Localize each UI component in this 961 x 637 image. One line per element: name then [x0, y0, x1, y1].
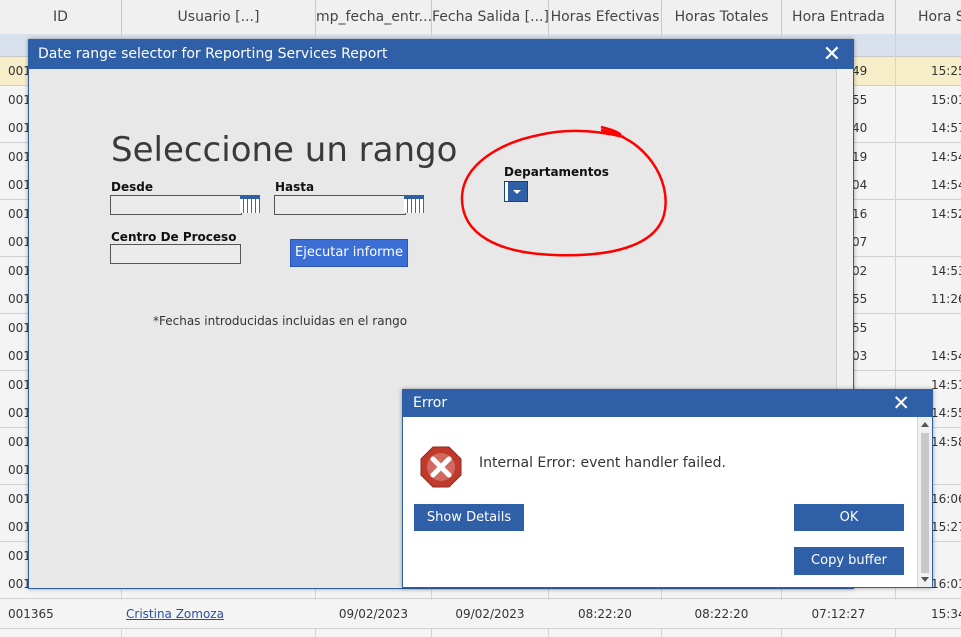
- hasta-input[interactable]: [274, 195, 406, 215]
- grid-header: ID Usuario [...] mp_fecha_entr... Fecha …: [0, 0, 961, 35]
- cell-hora-entrada: 55: [852, 92, 868, 107]
- cell-fecha-salida: 09/02/2023: [455, 607, 525, 621]
- cell-hora-salida: 15:25: [931, 64, 961, 78]
- cell-hora-salida: 14:57: [931, 121, 961, 135]
- cell-hora-entrada: 55: [852, 320, 868, 335]
- calendar-icon[interactable]: [240, 195, 260, 213]
- cell-hora-entrada: 40: [852, 121, 868, 135]
- column-header-fecha-salida[interactable]: Fecha Salida [...]: [432, 0, 549, 34]
- cell-hora-salida: 16:06: [931, 491, 961, 506]
- centro-proceso-input[interactable]: [110, 244, 241, 264]
- show-details-button[interactable]: Show Details: [414, 504, 524, 531]
- column-header-hora-entrada[interactable]: Hora Entrada: [782, 0, 896, 34]
- cell-hora-entrada: 07: [852, 235, 868, 249]
- error-scrollbar[interactable]: [917, 417, 932, 587]
- cell-hora-entrada: 04: [852, 178, 868, 192]
- cell-hora-entrada: 02: [852, 263, 868, 278]
- error-message: Internal Error: event handler failed.: [479, 455, 726, 471]
- cell-hora-salida: 14:52: [931, 206, 961, 221]
- cell-horas-efectivas: 08:22:20: [578, 607, 632, 621]
- cell-hora-salida: 15:01: [931, 92, 961, 107]
- cell-id: 001365: [8, 607, 54, 621]
- run-report-button[interactable]: Ejecutar informe: [290, 239, 408, 267]
- hasta-label: Hasta: [275, 180, 315, 194]
- close-icon[interactable]: ✕: [823, 40, 841, 69]
- desde-input[interactable]: [110, 195, 242, 215]
- ok-button[interactable]: OK: [794, 504, 904, 531]
- scroll-up-icon[interactable]: [921, 422, 929, 427]
- column-header-usuario[interactable]: Usuario [...]: [122, 0, 316, 34]
- cell-hora-entrada: 55: [852, 292, 868, 306]
- dialog-titlebar[interactable]: Date range selector for Reporting Servic…: [29, 40, 853, 69]
- cell-hora-salida: 14:54: [931, 149, 961, 164]
- cell-horas-totales: 08:22:20: [694, 607, 749, 621]
- error-title: Error: [413, 395, 448, 411]
- cell-hora-salida: 14:53: [931, 263, 961, 278]
- cell-hora-entrada: 07:12:27: [811, 607, 866, 621]
- cell-hora-salida: 14:58: [931, 434, 961, 449]
- error-dialog: Error ✕ Internal Error: event handler fa…: [402, 389, 933, 588]
- red-circle-annotation: [460, 125, 667, 257]
- user-link[interactable]: Cristina Zomoza: [126, 600, 224, 628]
- cell-hora-salida: 15:27: [931, 520, 961, 534]
- desde-label: Desde: [111, 180, 153, 194]
- column-header-fecha-entrada[interactable]: mp_fecha_entr...: [316, 0, 432, 34]
- cell-hora-salida: 16:01: [931, 577, 961, 591]
- column-header-horas-totales[interactable]: Horas Totales: [662, 0, 782, 34]
- cell-hora-salida: 11:26: [931, 292, 961, 306]
- scroll-down-icon[interactable]: [921, 577, 929, 582]
- column-header-hora-salida[interactable]: Hora S: [896, 0, 961, 34]
- error-icon: [420, 446, 462, 488]
- cell-hora-entrada: 03: [852, 349, 868, 363]
- error-titlebar[interactable]: Error ✕: [403, 390, 932, 417]
- column-header-id[interactable]: ID: [0, 0, 122, 34]
- page-title: Seleccione un rango: [111, 130, 458, 170]
- date-range-note: *Fechas introducidas incluidas en el ran…: [153, 314, 408, 328]
- cell-hora-salida: 14:55: [931, 406, 961, 420]
- cell-hora-salida: 14:51: [931, 377, 961, 392]
- dialog-title: Date range selector for Reporting Servic…: [38, 46, 388, 62]
- copy-buffer-button[interactable]: Copy buffer: [794, 547, 904, 575]
- cell-hora-salida: 15:34: [931, 607, 961, 621]
- table-row[interactable]: 001365 Cristina Zomoza 09/02/2023 09/02/…: [0, 600, 961, 629]
- cell-hora-entrada: 49: [852, 64, 868, 78]
- cell-hora-salida: 14:54: [931, 178, 961, 192]
- scroll-thumb[interactable]: [921, 433, 929, 573]
- cell-hora-entrada: 19: [852, 149, 868, 164]
- close-icon[interactable]: ✕: [892, 390, 910, 417]
- centro-proceso-label: Centro De Proceso: [111, 230, 237, 244]
- cell-hora-salida: 14:54: [931, 349, 961, 363]
- cell-hora-entrada: 16: [852, 206, 868, 221]
- column-header-horas-efectivas[interactable]: Horas Efectivas: [549, 0, 662, 34]
- cell-fecha-entrada: 09/02/2023: [338, 607, 409, 621]
- calendar-icon[interactable]: [404, 195, 424, 213]
